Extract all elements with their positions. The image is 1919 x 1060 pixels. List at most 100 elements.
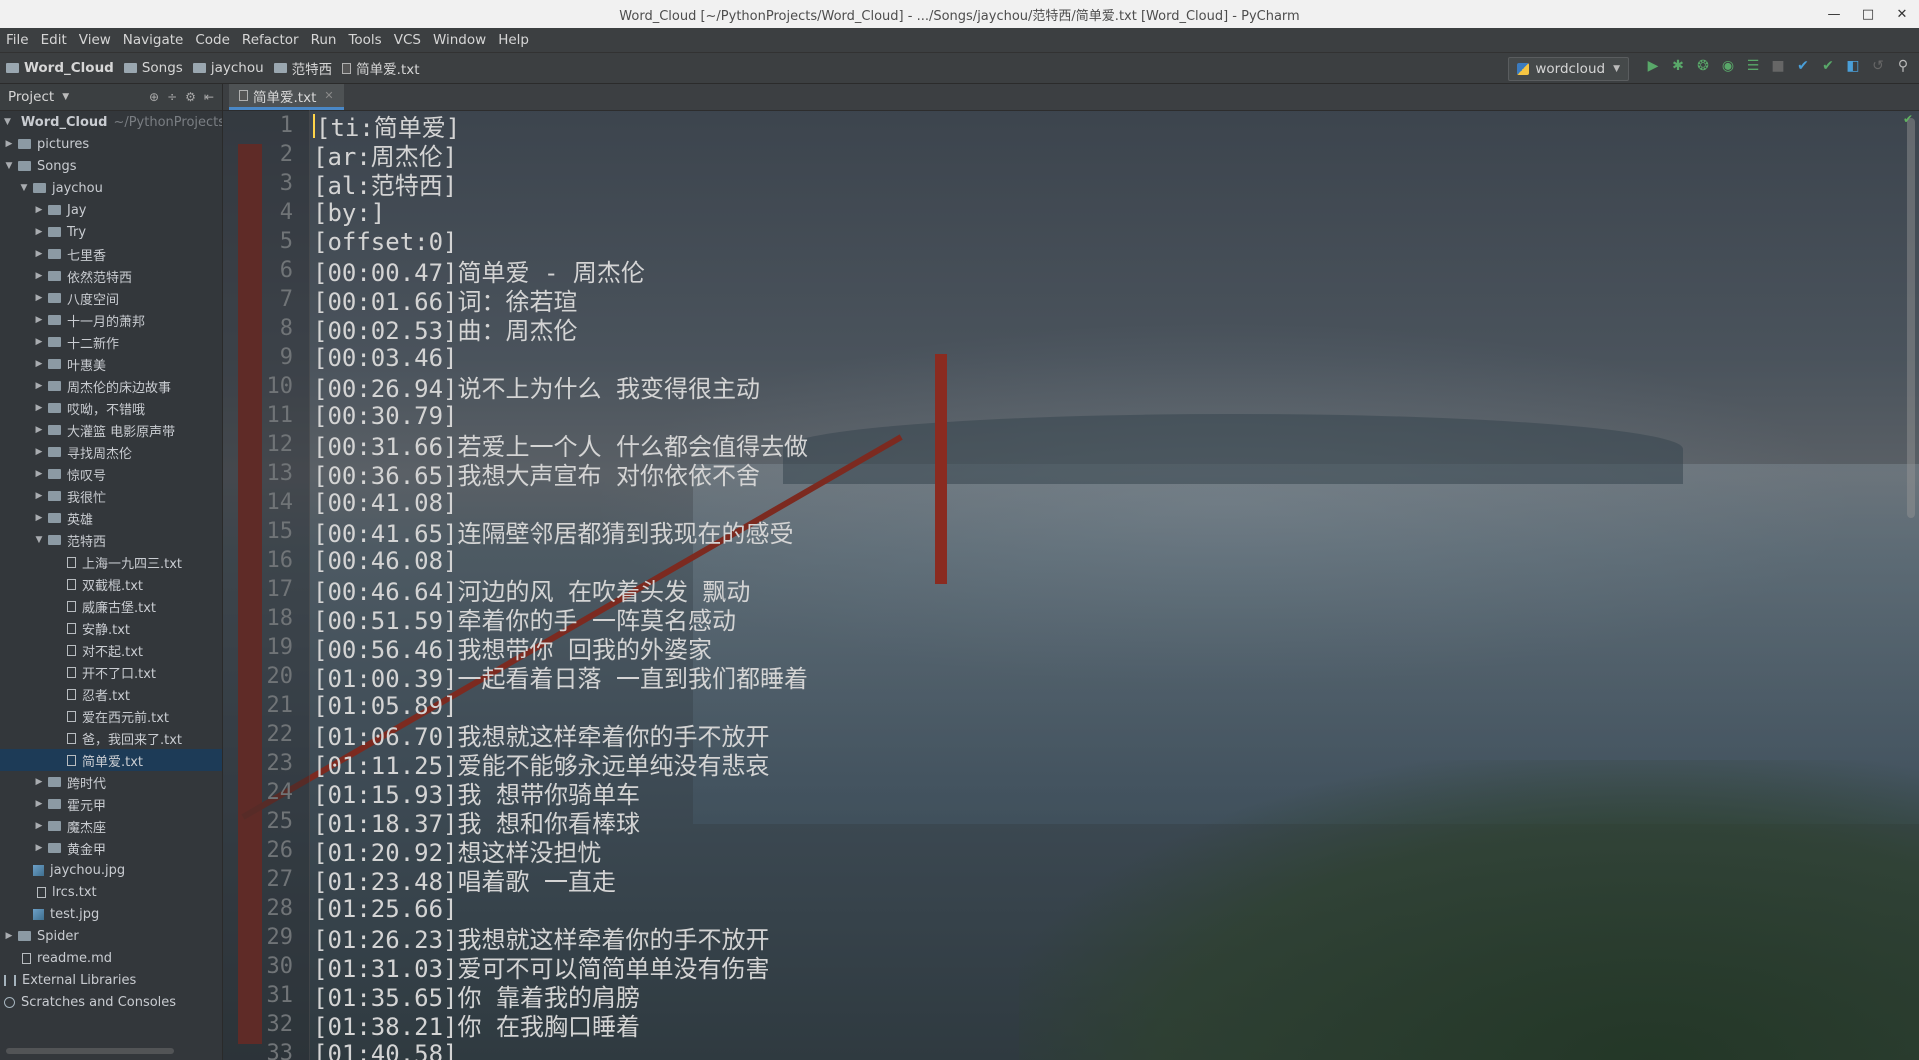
menu-item-run[interactable]: Run — [305, 32, 343, 48]
chevron-right-icon[interactable]: ▶ — [34, 777, 44, 787]
code-line[interactable]: 10 [00:26.94]说不上为什么 我变得很主动 — [267, 372, 808, 403]
menu-item-edit[interactable]: Edit — [35, 32, 73, 48]
code-line[interactable]: 22 [01:06.70]我想就这样牵着你的手不放开 — [267, 720, 808, 751]
close-tab-icon[interactable]: ✕ — [324, 89, 333, 102]
code-line[interactable]: 1 [ti:简单爱] — [280, 111, 808, 142]
tree-file[interactable]: lrcs.txt — [0, 881, 222, 903]
menu-item-tools[interactable]: Tools — [342, 32, 387, 48]
code-line[interactable]: 32 [01:38.21]你 在我胸口睡着 — [267, 1010, 808, 1041]
code-text-area[interactable]: 1 [ti:简单爱] 2 [ar:周杰伦] 3 [al:范特西] 4 [by:] 5 [offse… — [267, 111, 808, 1060]
vcs-revert-icon[interactable]: ↺ — [1870, 58, 1886, 74]
tree-folder[interactable]: ▶ 依然范特西 — [0, 265, 222, 287]
tree-file[interactable]: 简单爱.txt — [0, 749, 222, 771]
chevron-down-icon[interactable]: ▼ — [4, 117, 11, 127]
tree-folder[interactable]: ▶ 跨时代 — [0, 771, 222, 793]
chevron-right-icon[interactable]: ▶ — [34, 403, 44, 413]
code-line[interactable]: 14 [00:41.08] — [267, 488, 808, 517]
tree-file[interactable]: 上海一九四三.txt — [0, 551, 222, 573]
vcs-commit-icon[interactable]: ✔ — [1820, 58, 1836, 74]
tree-folder[interactable]: ▶ Spider — [0, 925, 222, 947]
code-line[interactable]: 3 [al:范特西] — [280, 169, 808, 200]
chevron-right-icon[interactable]: ▶ — [34, 843, 44, 853]
chevron-right-icon[interactable]: ▶ — [34, 359, 44, 369]
code-line[interactable]: 20 [01:00.39]一起看着日落 一直到我们都睡着 — [267, 662, 808, 693]
chevron-right-icon[interactable]: ▶ — [4, 931, 14, 941]
editor-tab-active[interactable]: 简单爱.txt ✕ — [229, 84, 344, 110]
chevron-down-icon[interactable]: ▼ — [19, 183, 29, 193]
chevron-right-icon[interactable]: ▶ — [34, 271, 44, 281]
breadcrumb-item[interactable]: 简单爱.txt — [342, 58, 420, 78]
stop-icon[interactable]: ■ — [1770, 58, 1786, 74]
tree-folder[interactable]: ▶ 寻找周杰伦 — [0, 441, 222, 463]
menu-item-help[interactable]: Help — [492, 32, 535, 48]
vcs-update-icon[interactable]: ✔ — [1795, 58, 1811, 74]
menu-item-view[interactable]: View — [73, 32, 117, 48]
tree-folder[interactable]: ▶ 黄金甲 — [0, 837, 222, 859]
tree-folder[interactable]: ▶ 叶惠美 — [0, 353, 222, 375]
code-line[interactable]: 18 [00:51.59]牵着你的手 一阵莫名感动 — [267, 604, 808, 635]
tree-folder[interactable]: ▶ 哎呦，不错哦 — [0, 397, 222, 419]
code-line[interactable]: 23 [01:11.25]爱能不能够永远单纯没有悲哀 — [267, 749, 808, 780]
tree-file[interactable]: 忍者.txt — [0, 683, 222, 705]
tree-file[interactable]: 爱在西元前.txt — [0, 705, 222, 727]
tree-folder[interactable]: ▼ Songs — [0, 155, 222, 177]
tree-folder[interactable]: ▶ 英雄 — [0, 507, 222, 529]
chevron-right-icon[interactable]: ▶ — [4, 139, 14, 149]
chevron-right-icon[interactable]: ▶ — [34, 205, 44, 215]
vcs-history-icon[interactable]: ◧ — [1845, 58, 1861, 74]
locate-icon[interactable]: ⊕ — [149, 90, 159, 104]
code-line[interactable]: 8 [00:02.53]曲：周杰伦 — [280, 314, 808, 345]
tree-file[interactable]: 对不起.txt — [0, 639, 222, 661]
code-line[interactable]: 33 [01:40.58] — [267, 1039, 808, 1060]
code-line[interactable]: 31 [01:35.65]你 靠着我的肩膀 — [267, 981, 808, 1012]
code-line[interactable]: 25 [01:18.37]我 想和你看棒球 — [267, 807, 808, 838]
menu-item-vcs[interactable]: VCS — [388, 32, 427, 48]
tree-folder[interactable]: ▶ 七里香 — [0, 243, 222, 265]
code-line[interactable]: 19 [00:56.46]我想带你 回我的外婆家 — [267, 633, 808, 664]
tree-file[interactable]: 开不了口.txt — [0, 661, 222, 683]
code-line[interactable]: 5 [offset:0] — [280, 227, 808, 256]
tree-file[interactable]: Scratches and Consoles — [0, 991, 222, 1013]
chevron-right-icon[interactable]: ▶ — [34, 315, 44, 325]
menu-item-window[interactable]: Window — [427, 32, 492, 48]
tree-folder[interactable]: ▶ 十二新作 — [0, 331, 222, 353]
tree-folder[interactable]: ▶ 霍元甲 — [0, 793, 222, 815]
chevron-down-icon[interactable]: ▼ — [62, 92, 69, 102]
run-configuration-select[interactable]: wordcloud ▼ — [1508, 57, 1629, 81]
chevron-right-icon[interactable]: ▶ — [34, 491, 44, 501]
horizontal-scrollbar[interactable] — [6, 1048, 174, 1054]
profile-icon[interactable]: ◉ — [1720, 58, 1736, 74]
code-line[interactable]: 11 [00:30.79] — [267, 401, 808, 430]
tree-folder[interactable]: ▶ 惊叹号 — [0, 463, 222, 485]
tree-folder[interactable]: ▶ Try — [0, 221, 222, 243]
tree-folder[interactable]: ▶ 八度空间 — [0, 287, 222, 309]
tree-folder[interactable]: ▼ 范特西 — [0, 529, 222, 551]
code-line[interactable]: 17 [00:46.64]河边的风 在吹着头发 飘动 — [267, 575, 808, 606]
chevron-right-icon[interactable]: ▶ — [34, 513, 44, 523]
code-line[interactable]: 24 [01:15.93]我 想带你骑单车 — [267, 778, 808, 809]
tree-folder[interactable]: ▶ Jay — [0, 199, 222, 221]
code-line[interactable]: 12 [00:31.66]若爱上一个人 什么都会值得去做 — [267, 430, 808, 461]
chevron-right-icon[interactable]: ▶ — [34, 293, 44, 303]
tree-folder[interactable]: ▶ pictures — [0, 133, 222, 155]
collapse-all-icon[interactable]: ÷ — [167, 90, 177, 104]
breadcrumb-item[interactable]: jaychou — [192, 60, 264, 76]
menu-item-file[interactable]: File — [0, 32, 35, 48]
code-line[interactable]: 30 [01:31.03]爱可不可以简简单单没有伤害 — [267, 952, 808, 983]
tree-folder[interactable]: ▶ 我很忙 — [0, 485, 222, 507]
chevron-right-icon[interactable]: ▶ — [34, 337, 44, 347]
tree-file[interactable]: 威廉古堡.txt — [0, 595, 222, 617]
debug-icon[interactable]: ✱ — [1670, 58, 1686, 74]
chevron-right-icon[interactable]: ▶ — [34, 469, 44, 479]
minimize-icon[interactable]: — — [1817, 0, 1851, 28]
coverage-icon[interactable]: ❂ — [1695, 58, 1711, 74]
menu-item-code[interactable]: Code — [189, 32, 236, 48]
close-icon[interactable]: ✕ — [1885, 0, 1919, 28]
code-line[interactable]: 7 [00:01.66]词：徐若瑄 — [280, 285, 808, 316]
tree-folder[interactable]: ▶ 十一月的萧邦 — [0, 309, 222, 331]
run-icon[interactable]: ▶ — [1645, 58, 1661, 74]
code-line[interactable]: 13 [00:36.65]我想大声宣布 对你依依不舍 — [267, 459, 808, 490]
code-line[interactable]: 26 [01:20.92]想这样没担忧 — [267, 836, 808, 867]
chevron-right-icon[interactable]: ▶ — [34, 249, 44, 259]
tree-folder[interactable]: ▼ jaychou — [0, 177, 222, 199]
